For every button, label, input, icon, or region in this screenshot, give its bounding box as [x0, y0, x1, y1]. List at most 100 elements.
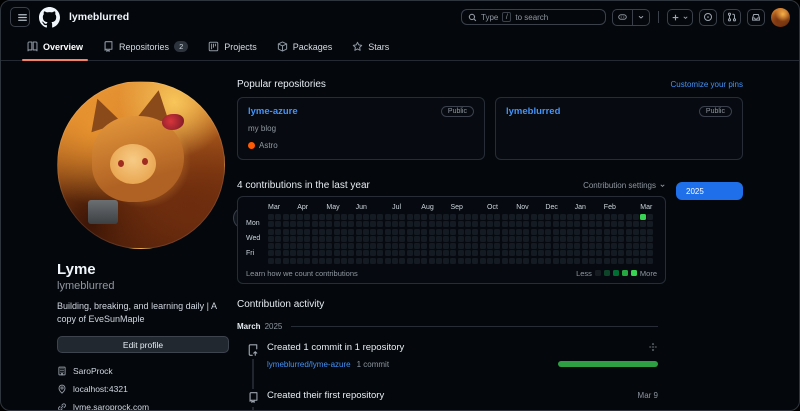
contribution-cell[interactable] — [560, 243, 566, 249]
tab-overview[interactable]: Overview — [27, 33, 83, 60]
contribution-cell[interactable] — [436, 258, 442, 264]
contribution-cell[interactable] — [494, 229, 500, 235]
contribution-cell[interactable] — [553, 243, 559, 249]
contribution-cell[interactable] — [363, 214, 369, 220]
contribution-cell[interactable] — [582, 243, 588, 249]
contribution-cell[interactable] — [290, 236, 296, 242]
unfold-toggle-button[interactable] — [648, 342, 658, 352]
contribution-cell[interactable] — [348, 214, 354, 220]
contribution-cell[interactable] — [531, 258, 537, 264]
contribution-cell[interactable] — [341, 221, 347, 227]
contribution-cell[interactable] — [319, 221, 325, 227]
contribution-cell[interactable] — [596, 250, 602, 256]
contribution-cell[interactable] — [275, 214, 281, 220]
contribution-cell[interactable] — [319, 258, 325, 264]
contribution-cell[interactable] — [531, 229, 537, 235]
contribution-cell[interactable] — [596, 229, 602, 235]
search-input[interactable]: Type / to search — [461, 9, 606, 25]
contribution-cell[interactable] — [545, 214, 551, 220]
contribution-cell[interactable] — [341, 258, 347, 264]
contribution-cell[interactable] — [523, 243, 529, 249]
contribution-cell[interactable] — [523, 221, 529, 227]
repo-link[interactable]: lyme-azure — [248, 106, 298, 117]
contribution-cell[interactable] — [421, 214, 427, 220]
contribution-cell[interactable] — [450, 229, 456, 235]
contribution-cell[interactable] — [640, 236, 646, 242]
contribution-cell[interactable] — [618, 236, 624, 242]
contribution-cell[interactable] — [436, 236, 442, 242]
contribution-settings-dropdown[interactable]: Contribution settings — [583, 181, 666, 190]
contribution-cell[interactable] — [268, 229, 274, 235]
contribution-cell[interactable] — [385, 214, 391, 220]
contribution-cell[interactable] — [574, 221, 580, 227]
contribution-cell[interactable] — [611, 243, 617, 249]
contribution-cell[interactable] — [399, 243, 405, 249]
contribution-cell[interactable] — [407, 250, 413, 256]
contribution-cell[interactable] — [436, 214, 442, 220]
contribution-cell[interactable] — [348, 250, 354, 256]
contribution-cell[interactable] — [326, 250, 332, 256]
contribution-cell[interactable] — [356, 236, 362, 242]
contribution-cell[interactable] — [604, 250, 610, 256]
contribution-cell[interactable] — [312, 229, 318, 235]
contribution-cell[interactable] — [567, 236, 573, 242]
create-new-button[interactable] — [667, 9, 693, 26]
contribution-cell[interactable] — [370, 243, 376, 249]
contribution-cell[interactable] — [633, 258, 639, 264]
contribution-cell[interactable] — [385, 229, 391, 235]
year-2025-button[interactable]: 2025 — [676, 182, 743, 200]
contribution-cell[interactable] — [516, 214, 522, 220]
contribution-cell[interactable] — [334, 214, 340, 220]
contribution-cell[interactable] — [290, 243, 296, 249]
contribution-cell[interactable] — [618, 258, 624, 264]
contribution-cell[interactable] — [531, 221, 537, 227]
contribution-cell[interactable] — [516, 243, 522, 249]
contribution-cell[interactable] — [450, 221, 456, 227]
contribution-cell[interactable] — [553, 236, 559, 242]
contribution-cell[interactable] — [421, 236, 427, 242]
contribution-cell[interactable] — [392, 221, 398, 227]
contribution-cell[interactable] — [509, 221, 515, 227]
contribution-cell[interactable] — [502, 214, 508, 220]
issues-button[interactable] — [699, 9, 717, 26]
contribution-cell[interactable] — [312, 243, 318, 249]
tab-projects[interactable]: Projects — [208, 33, 257, 60]
contribution-cell[interactable] — [494, 221, 500, 227]
contribution-cell[interactable] — [356, 221, 362, 227]
contribution-cell[interactable] — [509, 229, 515, 235]
contribution-cell[interactable] — [399, 258, 405, 264]
contribution-cell[interactable] — [472, 250, 478, 256]
contribution-cell[interactable] — [618, 250, 624, 256]
contribution-cell[interactable] — [377, 258, 383, 264]
contribution-cell[interactable] — [626, 229, 632, 235]
contribution-cell[interactable] — [465, 236, 471, 242]
contribution-cell[interactable] — [268, 214, 274, 220]
contribution-cell[interactable] — [502, 250, 508, 256]
contribution-cell[interactable] — [275, 250, 281, 256]
contribution-cell[interactable] — [487, 214, 493, 220]
edit-profile-button[interactable]: Edit profile — [57, 336, 229, 353]
copilot-button[interactable] — [612, 9, 650, 26]
contribution-cell[interactable] — [487, 258, 493, 264]
contribution-cell[interactable] — [560, 258, 566, 264]
tab-repositories[interactable]: Repositories2 — [103, 33, 188, 60]
contribution-cell[interactable] — [611, 221, 617, 227]
contribution-cell[interactable] — [611, 258, 617, 264]
contribution-cell[interactable] — [589, 229, 595, 235]
contribution-cell[interactable] — [567, 250, 573, 256]
contribution-cell[interactable] — [545, 258, 551, 264]
contribution-cell[interactable] — [465, 229, 471, 235]
contribution-cell[interactable] — [356, 258, 362, 264]
contribution-cell[interactable] — [509, 258, 515, 264]
contribution-cell[interactable] — [429, 258, 435, 264]
contribution-cell[interactable] — [472, 236, 478, 242]
contribution-cell[interactable] — [502, 229, 508, 235]
customize-pins-link[interactable]: Customize your pins — [671, 80, 743, 89]
contribution-cell[interactable] — [574, 214, 580, 220]
contribution-cell[interactable] — [487, 250, 493, 256]
contribution-cell[interactable] — [443, 236, 449, 242]
contribution-cell[interactable] — [297, 229, 303, 235]
vital-lyme-saroprock-com[interactable]: lyme.saroprock.com — [57, 402, 229, 411]
contribution-cell[interactable] — [626, 243, 632, 249]
contribution-cell[interactable] — [385, 221, 391, 227]
